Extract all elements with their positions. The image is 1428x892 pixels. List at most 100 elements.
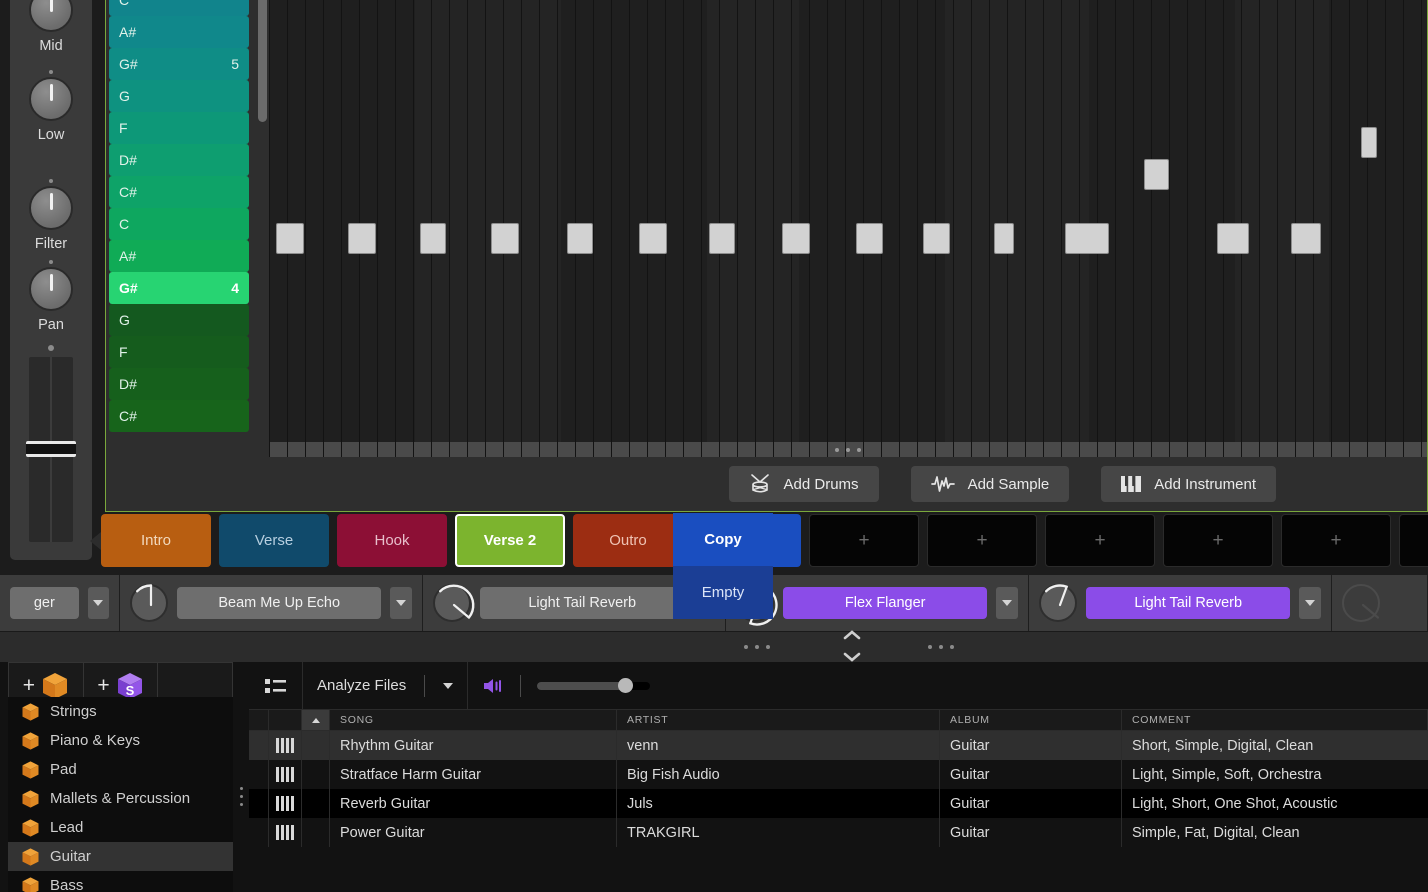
note-block[interactable] bbox=[1361, 127, 1377, 158]
fx-preset-name[interactable]: ger bbox=[10, 587, 79, 619]
panel-expand-up-button[interactable] bbox=[840, 628, 864, 642]
browser-column-resizer[interactable] bbox=[240, 787, 243, 806]
note-block[interactable] bbox=[1217, 223, 1249, 254]
note-block[interactable] bbox=[491, 223, 519, 254]
category-item-guitar[interactable]: Guitar bbox=[8, 842, 233, 871]
fader-handle[interactable] bbox=[26, 441, 76, 457]
section-chip-verse-2[interactable]: Verse 2 bbox=[455, 514, 565, 567]
piano-key-F[interactable]: F bbox=[109, 112, 249, 144]
piano-key-Asharp[interactable]: A# bbox=[109, 16, 249, 48]
category-item-lead[interactable]: Lead bbox=[8, 813, 233, 842]
table-column-header-artist[interactable]: ARTIST bbox=[617, 710, 940, 730]
knob-dial-filter[interactable] bbox=[29, 186, 73, 230]
fx-preset-dropdown-button[interactable] bbox=[996, 587, 1018, 619]
splitter-drag-handle-right[interactable] bbox=[928, 645, 954, 649]
piano-key-Dsharp[interactable]: D# bbox=[109, 368, 249, 400]
fx-wet-knob[interactable] bbox=[433, 584, 471, 622]
table-column-header-song[interactable]: SONG bbox=[330, 710, 617, 730]
fx-wet-knob[interactable] bbox=[1039, 584, 1077, 622]
fx-preset-name[interactable]: Beam Me Up Echo bbox=[177, 587, 381, 619]
note-block[interactable] bbox=[782, 223, 810, 254]
note-block[interactable] bbox=[1144, 159, 1169, 190]
piano-key-Dsharp[interactable]: D# bbox=[109, 144, 249, 176]
piano-keys-scrollbar[interactable] bbox=[258, 0, 267, 122]
add-section-slot[interactable]: + bbox=[1045, 514, 1155, 567]
fx-preset-name[interactable]: Light Tail Reverb bbox=[480, 587, 684, 619]
fx-wet-knob[interactable] bbox=[130, 584, 168, 622]
piano-key-C[interactable]: C bbox=[109, 208, 249, 240]
note-block[interactable] bbox=[709, 223, 735, 254]
piano-key-Asharp[interactable]: A# bbox=[109, 240, 249, 272]
fx-preset-dropdown-button[interactable] bbox=[88, 587, 109, 619]
note-block[interactable] bbox=[567, 223, 593, 254]
table-column-header-album[interactable]: ALBUM bbox=[940, 710, 1122, 730]
category-item-bass[interactable]: Bass bbox=[8, 871, 233, 892]
splitter-drag-handle-left[interactable] bbox=[744, 645, 770, 649]
table-row[interactable]: Stratface Harm GuitarBig Fish AudioGuita… bbox=[249, 760, 1428, 789]
add-section-slot[interactable]: + bbox=[1399, 514, 1428, 567]
view-mode-button[interactable] bbox=[249, 662, 303, 710]
piano-key-list[interactable]: CA#G#5GFD#C#CA#G#4GFD#C# bbox=[106, 0, 253, 457]
category-item-pad[interactable]: Pad bbox=[8, 755, 233, 784]
add-section-slot[interactable]: + bbox=[1163, 514, 1273, 567]
piano-key-G[interactable]: G bbox=[109, 304, 249, 336]
piano-key-G[interactable]: G bbox=[109, 80, 249, 112]
fx-preset-dropdown-button[interactable] bbox=[390, 587, 412, 619]
knob-dial-pan[interactable] bbox=[29, 267, 73, 311]
note-block[interactable] bbox=[856, 223, 883, 254]
piano-key-F[interactable]: F bbox=[109, 336, 249, 368]
table-row[interactable]: Rhythm GuitarvennGuitarShort, Simple, Di… bbox=[249, 731, 1428, 760]
piano-key-Csharp[interactable]: C# bbox=[109, 400, 249, 432]
note-grid[interactable] bbox=[269, 0, 1427, 457]
category-item-strings[interactable]: Strings bbox=[8, 697, 233, 726]
analyze-files-dropdown[interactable]: Analyze Files bbox=[303, 662, 468, 710]
category-item-mallets-percussion[interactable]: Mallets & Percussion bbox=[8, 784, 233, 813]
copy-menu-item-empty[interactable]: Empty bbox=[673, 566, 773, 619]
piano-key-Gsharp4[interactable]: G#4 bbox=[109, 272, 249, 304]
fx-preset-name[interactable]: Light Tail Reverb bbox=[1086, 587, 1290, 619]
grid-resize-handle[interactable] bbox=[269, 442, 1427, 457]
fx-empty-slot-area[interactable] bbox=[1389, 587, 1417, 619]
note-block[interactable] bbox=[276, 223, 304, 254]
note-block[interactable] bbox=[1291, 223, 1321, 254]
fx-preset-name[interactable]: Flex Flanger bbox=[783, 587, 987, 619]
add-instrument-button[interactable]: Add Instrument bbox=[1101, 466, 1276, 502]
knob-mid[interactable]: Mid bbox=[10, 0, 92, 54]
section-chip-verse[interactable]: Verse bbox=[219, 514, 329, 567]
volume-knob[interactable] bbox=[618, 678, 633, 693]
sections-scroll-left-button[interactable] bbox=[90, 532, 101, 550]
preview-volume-slider[interactable] bbox=[537, 682, 650, 690]
note-block[interactable] bbox=[639, 223, 667, 254]
section-chip-hook[interactable]: Hook bbox=[337, 514, 447, 567]
knob-dial-mid[interactable] bbox=[29, 0, 73, 32]
note-block[interactable] bbox=[923, 223, 950, 254]
table-row[interactable]: Reverb GuitarJulsGuitarLight, Short, One… bbox=[249, 789, 1428, 818]
piano-key-Gsharp5[interactable]: G#5 bbox=[109, 48, 249, 80]
table-column-header-comment[interactable]: COMMENT bbox=[1122, 710, 1428, 730]
section-chip-outro[interactable]: Outro bbox=[573, 514, 683, 567]
section-chip-intro[interactable]: Intro bbox=[101, 514, 211, 567]
fx-preset-dropdown-button[interactable] bbox=[1299, 587, 1321, 619]
panel-splitter[interactable] bbox=[0, 631, 1428, 662]
copy-menu-item-copy[interactable]: Copy bbox=[673, 513, 773, 566]
category-item-piano-keys[interactable]: Piano & Keys bbox=[8, 726, 233, 755]
knob-filter[interactable]: Filter bbox=[10, 179, 92, 252]
table-sort-indicator[interactable] bbox=[302, 710, 330, 730]
add-section-slot[interactable]: + bbox=[1281, 514, 1391, 567]
add-section-slot[interactable]: + bbox=[809, 514, 919, 567]
knob-low[interactable]: Low bbox=[10, 70, 92, 143]
fx-wet-knob[interactable] bbox=[1342, 584, 1380, 622]
piano-key-C[interactable]: C bbox=[109, 0, 249, 16]
piano-key-Csharp[interactable]: C# bbox=[109, 176, 249, 208]
add-section-slot[interactable]: + bbox=[927, 514, 1037, 567]
volume-fader[interactable] bbox=[29, 357, 73, 542]
speaker-icon[interactable] bbox=[482, 677, 504, 695]
note-block[interactable] bbox=[420, 223, 446, 254]
note-block[interactable] bbox=[348, 223, 376, 254]
note-block[interactable] bbox=[994, 223, 1014, 254]
add-drums-button[interactable]: Add Drums bbox=[729, 466, 879, 502]
knob-dial-low[interactable] bbox=[29, 77, 73, 121]
note-block[interactable] bbox=[1065, 223, 1109, 254]
table-row[interactable]: Power GuitarTRAKGIRLGuitarSimple, Fat, D… bbox=[249, 818, 1428, 847]
knob-pan[interactable]: Pan bbox=[10, 260, 92, 333]
